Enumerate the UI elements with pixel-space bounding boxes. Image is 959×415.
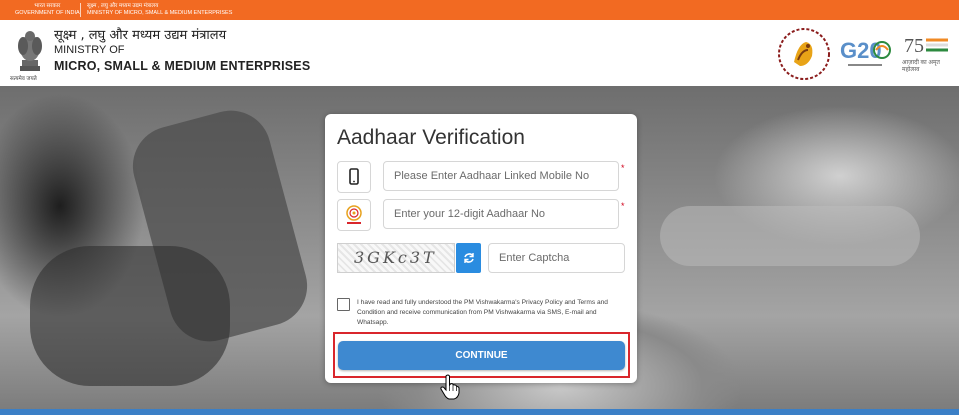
hand-pointer-cursor-icon [440, 374, 460, 400]
g20-logo[interactable]: G20 [838, 32, 892, 72]
mobile-required-mark: * [621, 163, 625, 173]
consent-text: I have read and fully understood the PM … [357, 299, 608, 326]
aadhaar-required-mark: * [621, 201, 625, 211]
aadhaar-icon-box [337, 199, 371, 231]
refresh-icon [463, 253, 474, 263]
government-top-bar: भारत सरकार GOVERNMENT OF INDIA सूक्ष्म ,… [0, 0, 959, 20]
svg-text:75: 75 [904, 35, 924, 57]
ministry-bar-block: सूक्ष्म , लघु और मध्यम उद्यम मंत्रालय MI… [87, 3, 232, 17]
azadi-ka-amrit-mahotsav-logo[interactable]: 75 आज़ादी का अमृत महोत्सव [900, 30, 952, 78]
mobile-icon-box [337, 161, 371, 193]
hero-shape-body [30, 246, 230, 386]
g20-icon: G20 [840, 38, 891, 66]
ministry-of-label: MINISTRY OF [54, 44, 125, 56]
ministry-bar-hindi: सूक्ष्म , लघु और मध्यम उद्यम मंत्रालय [87, 3, 159, 9]
site-header: सत्यमेव जयते सूक्ष्म , लघु और मध्यम उद्य… [0, 20, 959, 86]
ministry-hindi-title: सूक्ष्म , लघु और मध्यम उद्यम मंत्रालय [54, 28, 227, 43]
bottom-blue-strip [0, 409, 959, 415]
gov-hindi-text: भारत सरकार [34, 3, 61, 9]
gov-bar-divider [80, 3, 81, 17]
g20-logo-text: G20 [840, 38, 882, 63]
captcha-text: 3GKc3T [354, 248, 437, 267]
continue-button[interactable]: CONTINUE [338, 341, 625, 370]
consent-checkbox[interactable] [337, 298, 350, 311]
captcha-image: 3GKc3T [337, 243, 455, 273]
gov-english-text: GOVERNMENT OF INDIA [15, 10, 80, 16]
emblem-caption: सत्यमेव जयते [10, 76, 37, 82]
gov-of-india-block: भारत सरकार GOVERNMENT OF INDIA [15, 3, 80, 17]
captcha-refresh-button[interactable] [456, 243, 481, 273]
ministry-name[interactable]: MICRO, SMALL & MEDIUM ENTERPRISES [54, 59, 310, 73]
hero-shape-wheel [660, 206, 920, 266]
pm-vishwakarma-logo-icon[interactable] [776, 26, 832, 82]
azadi-logo-text: आज़ादी का अमृत महोत्सव [902, 60, 940, 73]
national-emblem-icon[interactable] [12, 26, 48, 78]
ministry-bar-english: MINISTRY OF MICRO, SMALL & MEDIUM ENTERP… [87, 10, 233, 16]
mobile-phone-icon [349, 168, 359, 185]
mobile-number-input[interactable] [383, 161, 619, 191]
aadhaar-logo-icon [346, 205, 362, 224]
captcha-input[interactable] [488, 243, 625, 273]
card-title: Aadhaar Verification [337, 126, 525, 149]
aadhaar-number-input[interactable] [383, 199, 619, 229]
